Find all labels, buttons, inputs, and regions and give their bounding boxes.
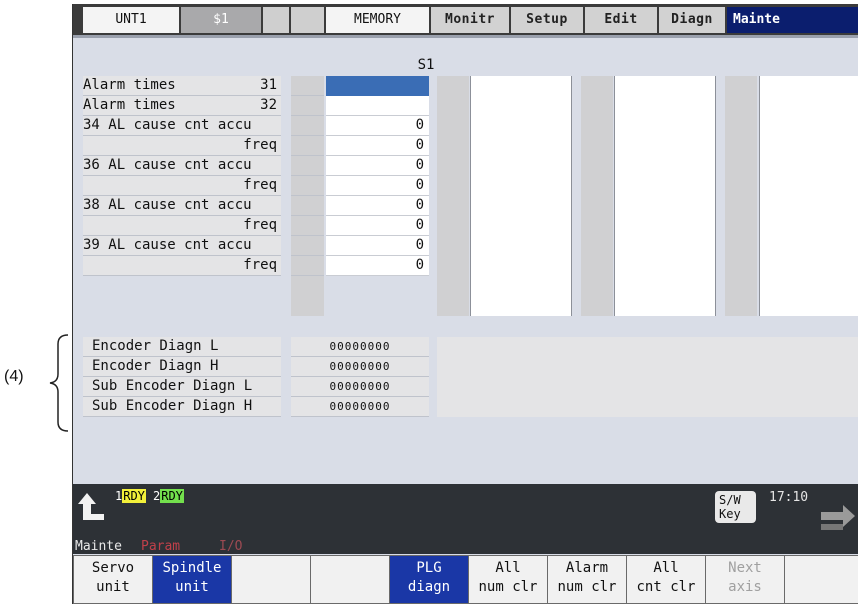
softkey-all-num-clr[interactable]: All num clr (469, 556, 547, 603)
value-cell-selected[interactable] (326, 76, 429, 96)
rdy-indicator-2: 2RDY (153, 489, 184, 503)
gap-cell (291, 76, 324, 96)
row-label: 39 AL cause cnt accu (83, 236, 281, 256)
softkey-blank-3[interactable] (785, 556, 858, 603)
brace-icon (49, 334, 69, 432)
blank-tab-1 (263, 7, 289, 33)
gap-column (437, 76, 469, 316)
screen-tag-line: Mainte Param I/O (73, 540, 858, 554)
value-cell[interactable]: 0 (326, 196, 429, 216)
sw-key-button[interactable]: S/W Key (715, 491, 756, 523)
encoder-value: 00000000 (291, 377, 429, 397)
callout-label: (4) (4, 368, 24, 385)
row-label: freq (83, 216, 281, 236)
gap-cell (291, 236, 324, 256)
value-cell[interactable]: 0 (326, 216, 429, 236)
encoder-label: Encoder Diagn L (83, 337, 281, 357)
encoder-label: Sub Encoder Diagn L (83, 377, 281, 397)
encoder-value: 00000000 (291, 357, 429, 377)
empty-column-4 (759, 76, 858, 316)
softkey-bar: Servo unit Spindle unit PLG diagn All num cl… (73, 555, 858, 604)
empty-column-3 (614, 76, 716, 316)
softkey-all-cnt-clr[interactable]: All cnt clr (627, 556, 705, 603)
softkey-plg-diagn[interactable]: PLG diagn (390, 556, 468, 603)
back-arrow-icon[interactable] (77, 490, 105, 524)
row-suffix: 32 (260, 97, 277, 113)
cnc-screen: UNT1 $1 MEMORY Monitr Setup Edit Diagn M… (72, 4, 858, 604)
gap-cell (291, 136, 324, 156)
row-label: freq (83, 176, 281, 196)
value-cell[interactable] (326, 96, 429, 116)
encoder-label: Sub Encoder Diagn H (83, 397, 281, 417)
tab-monitr[interactable]: Monitr (431, 7, 509, 33)
system-tab[interactable]: $1 (181, 7, 261, 33)
value-cell[interactable]: 0 (326, 156, 429, 176)
softkey-blank-2[interactable] (311, 556, 389, 603)
gap-cell (291, 196, 324, 216)
column-header-s1: S1 (417, 57, 435, 73)
row-label: 38 AL cause cnt accu (83, 196, 281, 216)
sub-bar (73, 35, 858, 38)
tab-diagn[interactable]: Diagn (659, 7, 725, 33)
row-label: freq (83, 256, 281, 276)
tab-edit[interactable]: Edit (585, 7, 657, 33)
sw-key-label: Key (719, 507, 741, 521)
softkey-next-axis[interactable]: Next axis (706, 556, 784, 603)
rdy-indicator-1: 1RDY (115, 489, 146, 503)
gap-cell (291, 176, 324, 196)
clock: 17:10 (769, 490, 809, 505)
value-cell[interactable]: 0 (326, 176, 429, 196)
blank-tab-2 (291, 7, 324, 33)
mode-label: Mainte (75, 539, 122, 554)
gap-column (725, 76, 757, 316)
row-label: 36 AL cause cnt accu (83, 156, 281, 176)
softkey-blank-1[interactable] (232, 556, 310, 603)
io-label: I/O (219, 539, 243, 554)
softkey-alarm-num-clr[interactable]: Alarm num clr (548, 556, 626, 603)
value-cell[interactable]: 0 (326, 136, 429, 156)
value-cell[interactable]: 0 (326, 236, 429, 256)
unit-tab[interactable]: UNT1 (83, 7, 179, 33)
tab-setup[interactable]: Setup (511, 7, 583, 33)
gap-cell (291, 216, 324, 236)
top-bar: UNT1 $1 MEMORY Monitr Setup Edit Diagn M… (73, 4, 858, 35)
encoder-value: 00000000 (291, 397, 429, 417)
row-label: freq (83, 136, 281, 156)
encoder-value: 00000000 (291, 337, 429, 357)
gap-cell (291, 156, 324, 176)
next-arrow-icon[interactable] (817, 502, 858, 532)
softkey-servo-unit[interactable]: Servo unit (74, 556, 152, 603)
gap-cell (291, 96, 324, 116)
encoder-label: Encoder Diagn H (83, 357, 281, 377)
gap-column (581, 76, 613, 316)
gap-cell (291, 116, 324, 136)
softkey-spindle-unit[interactable]: Spindle unit (153, 556, 231, 603)
tab-mainte[interactable]: Mainte (727, 7, 858, 33)
gap-cell (291, 256, 324, 276)
sw-key-label: S/W (719, 493, 741, 507)
value-cell[interactable]: 0 (326, 116, 429, 136)
value-cell[interactable]: 0 (326, 256, 429, 276)
row-suffix: 31 (260, 77, 277, 93)
encoder-empty-area (437, 337, 858, 417)
empty-column-2 (470, 76, 572, 316)
mode-display: MEMORY (326, 7, 429, 33)
row-label: 34 AL cause cnt accu (83, 116, 281, 136)
param-label: Param (141, 539, 181, 554)
